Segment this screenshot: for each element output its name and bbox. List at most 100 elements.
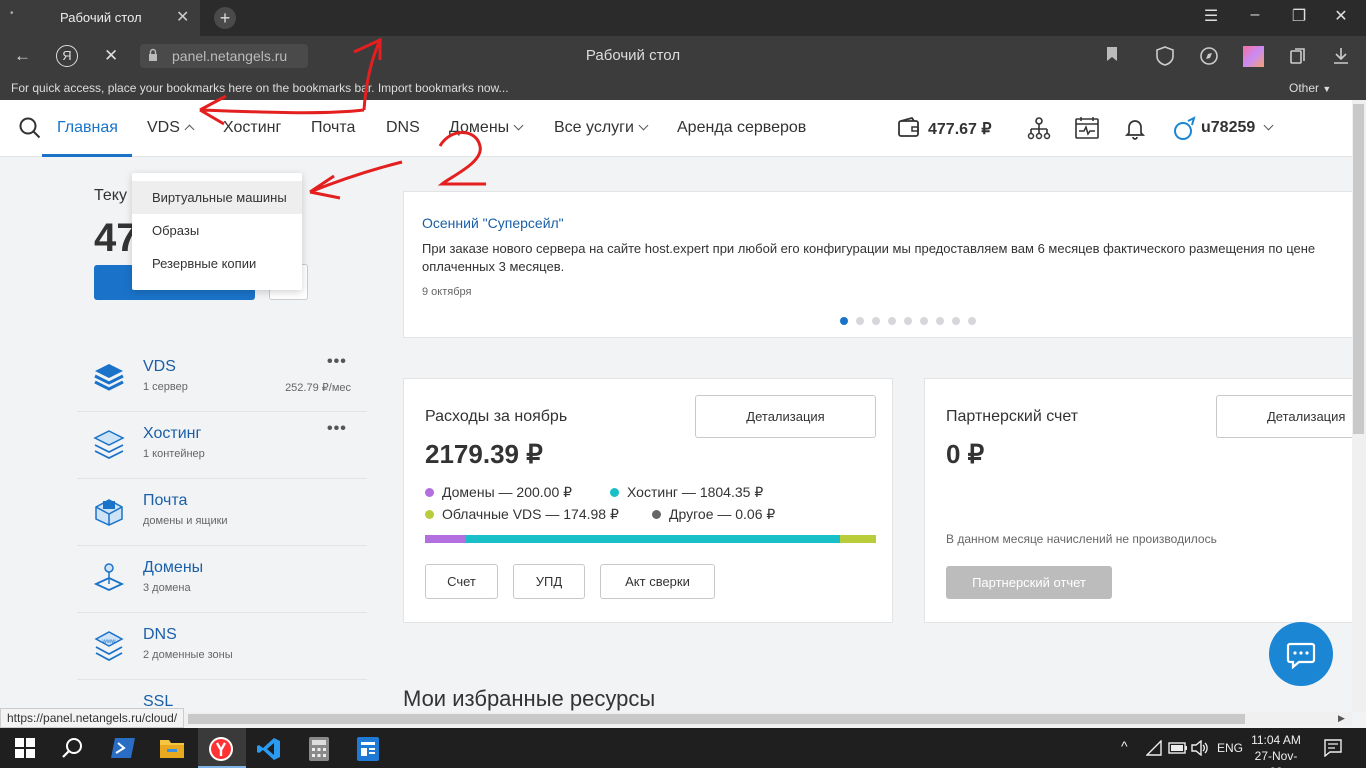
reconciliation-button[interactable]: Акт сверки	[600, 564, 715, 599]
clock-date: 27-Nov-23	[1254, 749, 1298, 768]
news-pager-dot[interactable]	[952, 317, 960, 325]
legend-other: Другое — 0.06 ₽	[652, 506, 775, 523]
language-indicator[interactable]: ENG	[1217, 741, 1243, 755]
search-icon[interactable]	[18, 116, 42, 145]
page-title-in-addressbar: Рабочий стол	[585, 47, 681, 64]
tray-overflow-chevron-icon[interactable]: ^	[1121, 738, 1128, 754]
vds-dropdown-menu: Виртуальные машины Образы Резервные копи…	[132, 173, 302, 290]
partner-report-button[interactable]: Партнерский отчет	[946, 566, 1112, 599]
news-pager-dot[interactable]	[872, 317, 880, 325]
nav-item-vds[interactable]: VDS	[147, 119, 195, 137]
extension-icon[interactable]	[1243, 46, 1264, 67]
expenses-detail-button[interactable]: Детализация	[695, 395, 876, 438]
invoice-button[interactable]: Счет	[425, 564, 498, 599]
nav-item-home[interactable]: Главная	[57, 119, 118, 137]
vscode-icon[interactable]	[257, 737, 281, 766]
partner-detail-button[interactable]: Детализация	[1216, 395, 1352, 438]
powershell-icon[interactable]	[110, 737, 136, 764]
tab-close-icon[interactable]: ✕	[176, 7, 189, 27]
activity-monitor-icon[interactable]	[1074, 116, 1100, 145]
news-title[interactable]: Осенний "Суперсейл"	[422, 215, 564, 231]
menu-item-backups[interactable]: Резервные копии	[132, 247, 302, 280]
calculator-icon[interactable]	[308, 736, 330, 767]
url-field[interactable]: panel.netangels.ru	[140, 44, 308, 68]
windows-start-icon[interactable]	[15, 738, 35, 763]
yandex-logo-icon[interactable]: Я	[56, 45, 78, 67]
nav-item-hosting[interactable]: Хостинг	[223, 119, 281, 137]
browser-tab[interactable]: • Рабочий стол ✕	[0, 0, 200, 36]
wallet-icon[interactable]	[897, 116, 921, 144]
news-pager-dot[interactable]	[920, 317, 928, 325]
nav-item-server-rent[interactable]: Аренда серверов	[677, 119, 806, 137]
upd-button[interactable]: УПД	[513, 564, 585, 599]
new-tab-button[interactable]: +	[214, 7, 236, 29]
browser-menu-icon[interactable]: ☰	[1196, 6, 1226, 26]
service-row-hosting[interactable]: Хостинг 1 контейнер •••	[77, 412, 367, 479]
protect-shield-icon[interactable]	[1154, 46, 1176, 68]
service-row-mail[interactable]: Почта домены и ящики	[77, 479, 367, 546]
nav-active-underline	[42, 154, 132, 157]
domains-icon	[93, 562, 125, 594]
notification-center-icon[interactable]	[1324, 739, 1342, 762]
service-title: Почта	[143, 492, 188, 509]
user-avatar-icon[interactable]	[1171, 116, 1197, 147]
back-arrow-icon[interactable]: ←	[14, 46, 31, 66]
service-title: VDS	[143, 358, 176, 375]
news-pager-dot[interactable]	[840, 317, 848, 325]
volume-icon[interactable]	[1191, 739, 1209, 761]
nav-item-mail[interactable]: Почта	[311, 119, 355, 137]
expenses-bar-segment	[839, 535, 876, 543]
menu-item-images[interactable]: Образы	[132, 214, 302, 247]
nav-item-all-services[interactable]: Все услуги	[554, 119, 649, 137]
chevron-down-icon	[1263, 120, 1274, 131]
more-options-icon[interactable]: •••	[327, 420, 347, 438]
service-row-vds[interactable]: VDS 1 сервер ••• 252.79 ₽/мес	[77, 345, 367, 412]
downloads-icon[interactable]	[1330, 46, 1352, 68]
team-structure-icon[interactable]	[1026, 116, 1052, 147]
file-explorer-icon[interactable]	[159, 737, 185, 764]
news-date: 9 октября	[422, 286, 472, 298]
network-icon[interactable]	[1145, 739, 1164, 761]
stop-loading-icon[interactable]: ✕	[104, 46, 118, 66]
svg-text:www: www	[102, 639, 117, 645]
support-chat-button[interactable]	[1269, 622, 1333, 686]
bookmark-icon[interactable]	[1101, 46, 1123, 68]
partner-total: 0 ₽	[946, 439, 985, 469]
service-row-domains[interactable]: Домены 3 домена	[77, 546, 367, 613]
dns-www-icon: www	[93, 629, 125, 662]
menu-item-virtual-machines[interactable]: Виртуальные машины	[132, 181, 302, 214]
more-options-icon[interactable]: •••	[327, 353, 347, 371]
minimize-button[interactable]: ‒	[1240, 6, 1270, 24]
taskbar-search-icon[interactable]	[60, 736, 84, 765]
news-pager-dot[interactable]	[888, 317, 896, 325]
account-balance[interactable]: 477.67 ₽	[928, 119, 992, 139]
legend-domains: Домены — 200.00 ₽	[425, 484, 572, 501]
chat-bubble-icon	[1286, 642, 1316, 670]
news-pager-dot[interactable]	[856, 317, 864, 325]
user-menu[interactable]: u78259	[1201, 119, 1274, 137]
collections-icon[interactable]	[1287, 46, 1309, 68]
compass-icon[interactable]	[1198, 46, 1220, 68]
service-title: DNS	[143, 626, 177, 643]
vertical-scroll-thumb[interactable]	[1353, 104, 1364, 434]
mail-box-icon	[93, 495, 125, 527]
news-pager-dot[interactable]	[904, 317, 912, 325]
horizontal-scroll-thumb[interactable]	[188, 714, 1245, 724]
annotation-arrow-2	[309, 160, 403, 200]
news-pager-dot[interactable]	[936, 317, 944, 325]
news-pager-dot[interactable]	[968, 317, 976, 325]
tab-title: Рабочий стол	[60, 10, 142, 25]
restore-button[interactable]: ❐	[1284, 6, 1314, 26]
other-bookmarks[interactable]: Other ▼	[1289, 81, 1331, 95]
yandex-browser-icon[interactable]	[208, 736, 234, 767]
bookmarks-hint[interactable]: For quick access, place your bookmarks h…	[11, 81, 509, 95]
bell-icon[interactable]	[1123, 116, 1147, 145]
taskbar-clock[interactable]: 11:04 AM 27-Nov-23	[1248, 732, 1304, 768]
scroll-right-arrow-icon[interactable]: ▶	[1338, 713, 1345, 724]
nav-item-domains[interactable]: Домены	[449, 119, 524, 137]
battery-icon[interactable]	[1168, 741, 1188, 760]
news-app-icon[interactable]	[356, 736, 380, 767]
service-row-dns[interactable]: www DNS 2 доменные зоны	[77, 613, 367, 680]
nav-item-dns[interactable]: DNS	[386, 119, 420, 137]
close-window-button[interactable]: ✕	[1326, 6, 1356, 26]
